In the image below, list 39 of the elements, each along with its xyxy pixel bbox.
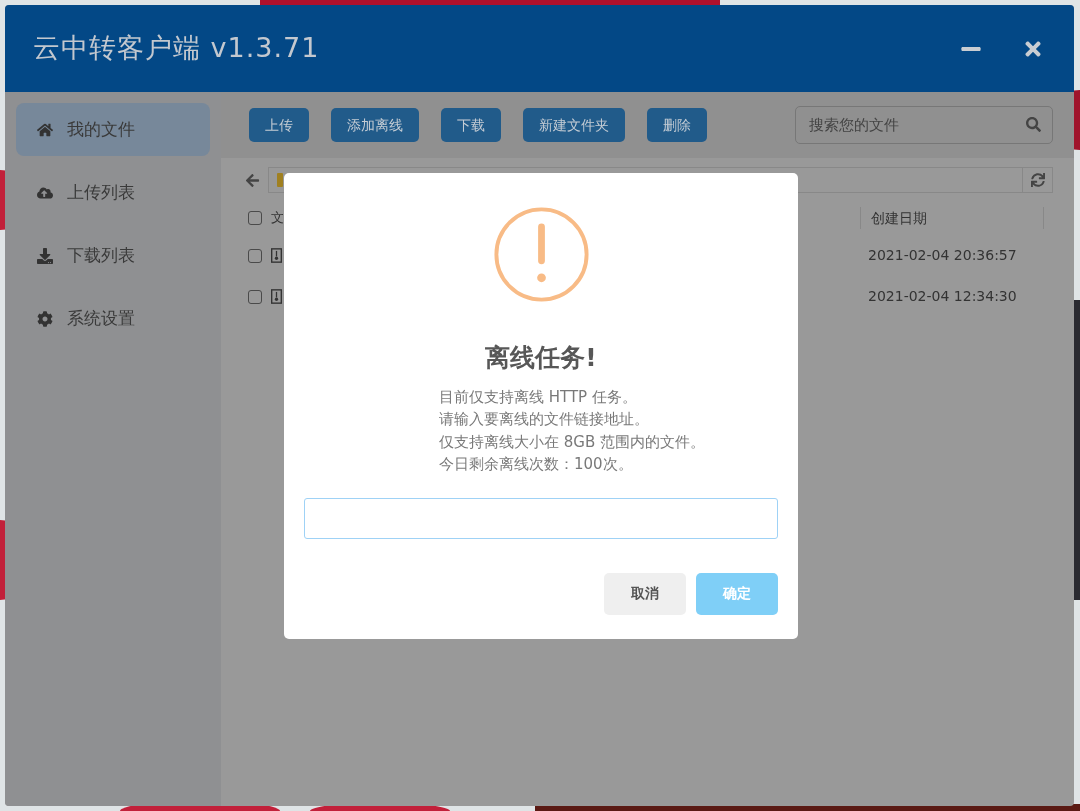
toolbar-button[interactable]: 删除 xyxy=(647,108,707,142)
file-icon xyxy=(271,289,282,304)
sidebar-item[interactable]: 我的文件 xyxy=(16,103,210,156)
sidebar-item[interactable]: 系统设置 xyxy=(16,292,210,345)
sidebar-item[interactable]: 下载列表 xyxy=(16,229,210,282)
checkbox[interactable] xyxy=(248,289,262,304)
dialog-text: 目前仅支持离线 HTTP 任务。 xyxy=(439,386,638,408)
table-cell-text: 2021-02-04 12:34:30 xyxy=(867,287,1018,306)
sidebar-label: 系统设置 xyxy=(67,306,135,330)
settings-icon xyxy=(37,310,53,327)
back-arrow-icon[interactable] xyxy=(245,172,260,188)
toolbar-button[interactable]: 新建文件夹 xyxy=(523,108,625,142)
sidebar-label: 上传列表 xyxy=(67,180,135,204)
refresh-icon[interactable] xyxy=(1030,173,1045,187)
toolbar-button[interactable]: 添加离线 xyxy=(331,108,419,142)
download-icon xyxy=(37,247,53,264)
dialog-text: 今日剩余离线次数：100次。 xyxy=(439,454,634,475)
window-title: 云中转客户端 v1.3.71 xyxy=(33,31,320,66)
file-icon xyxy=(271,248,282,263)
toolbar-button[interactable]: 上传 xyxy=(249,108,309,142)
url-input-field[interactable] xyxy=(304,497,778,539)
home-icon xyxy=(37,121,53,138)
search-icon[interactable] xyxy=(1026,117,1041,132)
checkbox[interactable] xyxy=(248,211,262,225)
warning-icon xyxy=(492,206,590,303)
search-field[interactable]: 搜索您的文件 xyxy=(795,106,1053,144)
toolbar-button[interactable]: 下载 xyxy=(441,108,501,142)
dialog-text: 请输入要离线的文件链接地址。 xyxy=(439,409,650,430)
table-cell-text: 2021-02-04 20:36:57 xyxy=(867,246,1018,265)
checkbox[interactable] xyxy=(248,248,262,263)
sidebar-label: 我的文件 xyxy=(67,117,135,141)
sidebar-label: 下载列表 xyxy=(67,243,135,267)
cancel-button[interactable]: 取消 xyxy=(604,572,686,615)
sidebar-item[interactable]: 上传列表 xyxy=(16,166,210,219)
dialog-text: 仅支持离线大小在 8GB 范围内的文件。 xyxy=(439,431,706,453)
column-header: 文 xyxy=(271,209,284,228)
cloud-upload-icon xyxy=(37,184,53,201)
column-header: 创建日期 xyxy=(871,208,927,228)
dialog-title: 离线任务! xyxy=(485,342,597,374)
